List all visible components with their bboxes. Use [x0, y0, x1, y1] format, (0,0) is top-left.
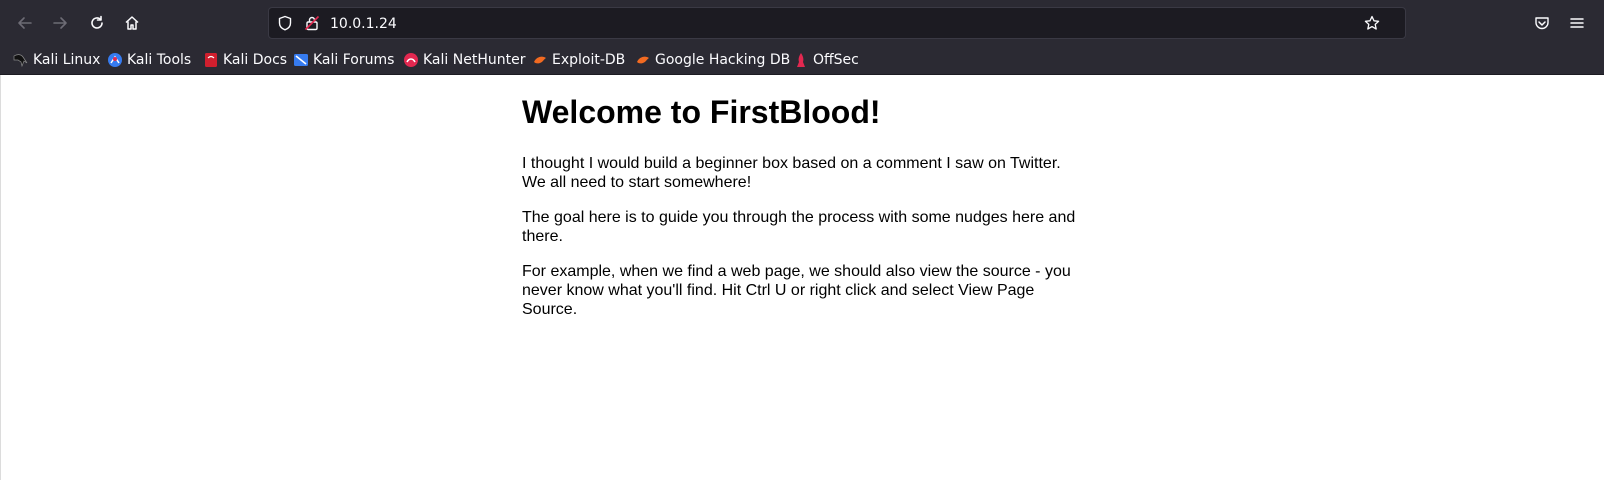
- kali-forums-icon: [293, 52, 309, 68]
- bookmark-kali-linux[interactable]: Kali Linux: [13, 49, 100, 71]
- pocket-icon: [1534, 15, 1550, 31]
- ghdb-icon: [635, 52, 651, 68]
- forward-arrow-icon: [52, 15, 68, 31]
- paragraph-line: never know what you'll find. Hit Ctrl U …: [522, 282, 1035, 299]
- bookmark-kali-tools[interactable]: Kali Tools: [107, 49, 191, 71]
- goal-paragraph: The goal here is to guide you through th…: [522, 208, 1082, 246]
- kali-dragon-icon: [13, 52, 29, 68]
- offsec-icon: [793, 52, 809, 68]
- home-button[interactable]: [117, 8, 147, 38]
- address-bar[interactable]: 10.0.1.24: [268, 7, 1406, 39]
- kali-docs-icon: [203, 52, 219, 68]
- hamburger-menu-icon: [1569, 15, 1585, 31]
- reload-button[interactable]: [82, 8, 112, 38]
- bookmark-kali-nethunter[interactable]: Kali NetHunter: [403, 49, 525, 71]
- paragraph-line: Source.: [522, 301, 578, 318]
- pocket-button[interactable]: [1527, 8, 1557, 38]
- back-button[interactable]: [10, 8, 40, 38]
- bookmark-exploit-db[interactable]: Exploit-DB: [532, 49, 625, 71]
- bookmark-kali-docs[interactable]: Kali Docs: [203, 49, 287, 71]
- browser-toolbar: 10.0.1.24: [0, 0, 1604, 45]
- bookmark-offsec[interactable]: OffSec: [793, 49, 859, 71]
- article: Welcome to FirstBlood! I thought I would…: [522, 75, 1082, 318]
- view-source-paragraph: For example, when we find a web page, we…: [522, 262, 1082, 319]
- exploit-db-icon: [532, 52, 548, 68]
- home-icon: [124, 15, 140, 31]
- reload-icon: [89, 15, 105, 31]
- page-content: Welcome to FirstBlood! I thought I would…: [0, 75, 1604, 480]
- tracking-shield-icon[interactable]: [277, 15, 293, 35]
- url-text[interactable]: 10.0.1.24: [330, 15, 397, 33]
- forward-button[interactable]: [45, 8, 75, 38]
- back-arrow-icon: [17, 15, 33, 31]
- kali-tools-icon: [107, 52, 123, 68]
- bookmark-kali-forums[interactable]: Kali Forums: [293, 49, 394, 71]
- insecure-lock-icon[interactable]: [304, 15, 320, 35]
- app-menu-button[interactable]: [1562, 8, 1592, 38]
- paragraph-line: The goal here is to guide you through th…: [522, 209, 1076, 226]
- paragraph-line: there.: [522, 228, 563, 245]
- bookmark-star-icon[interactable]: [1364, 15, 1380, 35]
- paragraph-line: I thought I would build a beginner box b…: [522, 155, 1061, 172]
- paragraph-line: We all need to start somewhere!: [522, 174, 752, 191]
- bookmarks-toolbar: Kali Linux Kali Tools Kali Docs Kali For…: [0, 45, 1604, 75]
- page-heading: Welcome to FirstBlood!: [522, 94, 881, 130]
- kali-nethunter-icon: [403, 52, 419, 68]
- intro-paragraph: I thought I would build a beginner box b…: [522, 154, 1082, 192]
- paragraph-line: For example, when we find a web page, we…: [522, 263, 1071, 280]
- bookmark-google-hacking-db[interactable]: Google Hacking DB: [635, 49, 790, 71]
